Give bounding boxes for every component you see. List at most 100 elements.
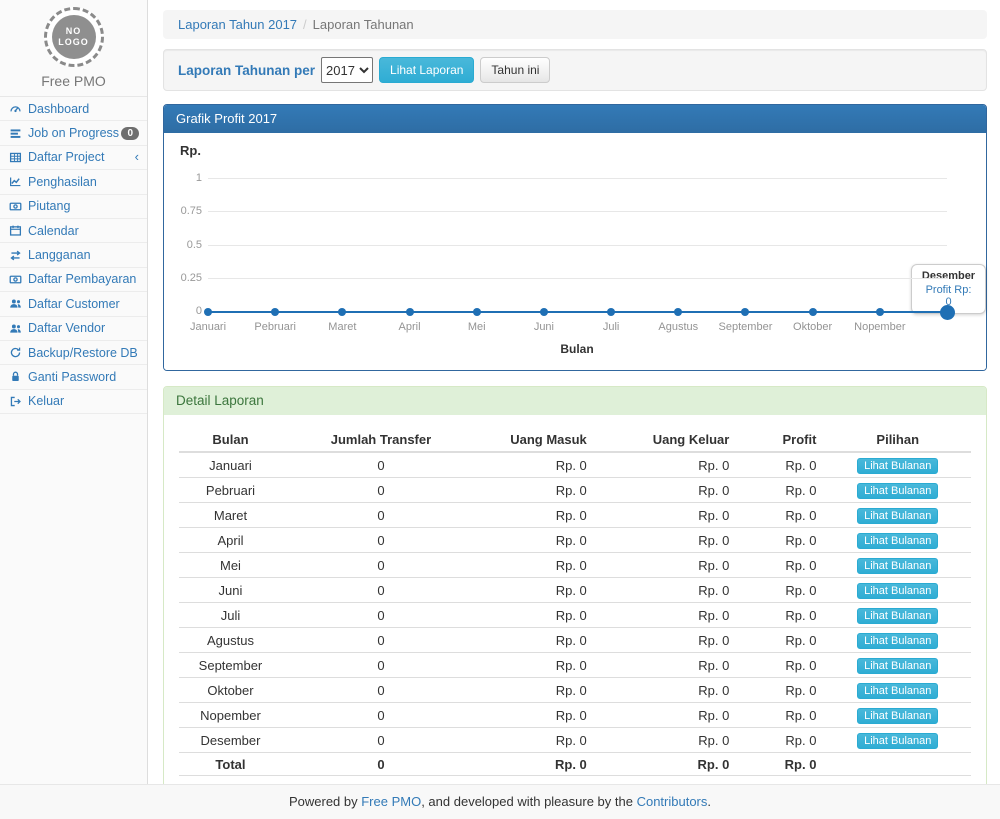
sidebar-item-keluar[interactable]: Keluar [0,390,147,414]
this-year-button[interactable]: Tahun ini [480,57,550,83]
cell-profit: Rp. 0 [737,753,824,776]
chart-gridline [208,178,947,179]
money-icon [8,200,23,213]
breadcrumb: Laporan Tahun 2017/Laporan Tahunan [163,10,987,39]
view-monthly-button[interactable]: Lihat Bulanan [857,558,938,574]
cell-masuk: Rp. 0 [480,528,595,553]
x-tick-label: Nopember [854,321,905,333]
sidebar-item-label: Backup/Restore DB [28,346,138,360]
chart-gridline [208,211,947,212]
data-point-agustus[interactable] [674,308,682,316]
cell-bulan: Mei [179,553,282,578]
money-icon [8,273,23,286]
data-point-juni[interactable] [540,308,548,316]
data-point-september[interactable] [741,308,749,316]
sidebar-item-penghasilan[interactable]: Penghasilan [0,170,147,194]
cell-pilihan: Lihat Bulanan [824,603,971,628]
cell-bulan: Total [179,753,282,776]
data-point-januari[interactable] [204,308,212,316]
col-header-pilihan: Pilihan [824,428,971,452]
footer-link-free-pmo[interactable]: Free PMO [361,794,421,809]
data-point-juli[interactable] [607,308,615,316]
col-header-keluar: Uang Keluar [595,428,738,452]
cell-pilihan: Lihat Bulanan [824,578,971,603]
view-monthly-button[interactable]: Lihat Bulanan [857,683,938,699]
table-row: Nopember0Rp. 0Rp. 0Rp. 0Lihat Bulanan [179,703,971,728]
cell-masuk: Rp. 0 [480,653,595,678]
sidebar-item-daftar-pembayaran[interactable]: Daftar Pembayaran [0,268,147,292]
count-badge: 0 [121,127,139,140]
footer-link-contributors[interactable]: Contributors [637,794,708,809]
data-point-nopember[interactable] [876,308,884,316]
footer-text-suffix: . [707,794,711,809]
sidebar-item-dashboard[interactable]: Dashboard [0,97,147,121]
cell-bulan: Maret [179,503,282,528]
sidebar-item-label: Langganan [28,248,91,262]
cell-bulan: September [179,653,282,678]
cell-bulan: Januari [179,452,282,478]
sidebar-item-daftar-customer[interactable]: Daftar Customer [0,292,147,316]
cell-transfer: 0 [282,452,480,478]
sidebar-item-label: Daftar Customer [28,297,120,311]
cell-transfer: 0 [282,478,480,503]
sidebar-item-daftar-project[interactable]: Daftar Project ‹ [0,146,147,170]
year-filter-bar: Laporan Tahunan per 2017 Lihat Laporan T… [163,49,987,91]
col-header-profit: Profit [737,428,824,452]
cell-masuk: Rp. 0 [480,753,595,776]
cell-bulan: Juni [179,578,282,603]
y-axis-unit-label: Rp. [180,143,201,158]
cell-masuk: Rp. 0 [480,603,595,628]
view-monthly-button[interactable]: Lihat Bulanan [857,658,938,674]
sidebar-item-job-on-progress[interactable]: Job on Progress0 [0,121,147,145]
year-select[interactable]: 2017 [321,57,373,83]
data-point-oktober[interactable] [809,308,817,316]
data-point-april[interactable] [406,308,414,316]
view-monthly-button[interactable]: Lihat Bulanan [857,508,938,524]
view-monthly-button[interactable]: Lihat Bulanan [857,483,938,499]
sidebar-item-calendar[interactable]: Calendar [0,219,147,243]
report-table: Bulan Jumlah Transfer Uang Masuk Uang Ke… [179,428,971,776]
cell-pilihan: Lihat Bulanan [824,452,971,478]
chart-gridline [208,278,947,279]
table-row: Agustus0Rp. 0Rp. 0Rp. 0Lihat Bulanan [179,628,971,653]
breadcrumb-link-laporan-tahun[interactable]: Laporan Tahun 2017 [178,17,297,32]
view-monthly-button[interactable]: Lihat Bulanan [857,458,938,474]
view-monthly-button[interactable]: Lihat Bulanan [857,608,938,624]
view-monthly-button[interactable]: Lihat Bulanan [857,733,938,749]
sidebar-item-label: Daftar Project [28,150,104,164]
view-monthly-button[interactable]: Lihat Bulanan [857,583,938,599]
cell-profit: Rp. 0 [737,603,824,628]
cell-keluar: Rp. 0 [595,728,738,753]
col-header-bulan: Bulan [179,428,282,452]
data-point-pebruari[interactable] [271,308,279,316]
view-monthly-button[interactable]: Lihat Bulanan [857,708,938,724]
cell-profit: Rp. 0 [737,653,824,678]
sidebar-item-piutang[interactable]: Piutang [0,195,147,219]
cell-profit: Rp. 0 [737,678,824,703]
data-point-mei[interactable] [473,308,481,316]
users-icon [8,322,23,335]
cell-profit: Rp. 0 [737,578,824,603]
cell-pilihan: Lihat Bulanan [824,528,971,553]
detail-report-panel: Detail Laporan Bulan Jumlah Transfer Uan… [163,386,987,789]
sign-out-icon [8,395,23,408]
profit-line-chart: Rp. Desember Profit Rp: 0 Bulan 10.750.5… [164,133,986,370]
view-monthly-button[interactable]: Lihat Bulanan [857,633,938,649]
cell-bulan: Oktober [179,678,282,703]
data-point-desember[interactable] [940,305,955,320]
sidebar-item-daftar-vendor[interactable]: Daftar Vendor [0,317,147,341]
cell-keluar: Rp. 0 [595,753,738,776]
view-report-button[interactable]: Lihat Laporan [379,57,474,83]
data-point-maret[interactable] [338,308,346,316]
view-monthly-button[interactable]: Lihat Bulanan [857,533,938,549]
sidebar-item-ganti-password[interactable]: Ganti Password [0,365,147,389]
sidebar-item-langganan[interactable]: Langganan [0,243,147,267]
cell-profit: Rp. 0 [737,528,824,553]
tooltip-month: Desember [921,270,976,282]
lock-icon [8,370,23,383]
cell-transfer: 0 [282,553,480,578]
chevron-left-icon: ‹ [135,152,139,162]
table-total-row: Total0Rp. 0Rp. 0Rp. 0 [179,753,971,776]
sidebar-item-backup-restore-db[interactable]: Backup/Restore DB [0,341,147,365]
x-tick-label: Mei [468,321,486,333]
